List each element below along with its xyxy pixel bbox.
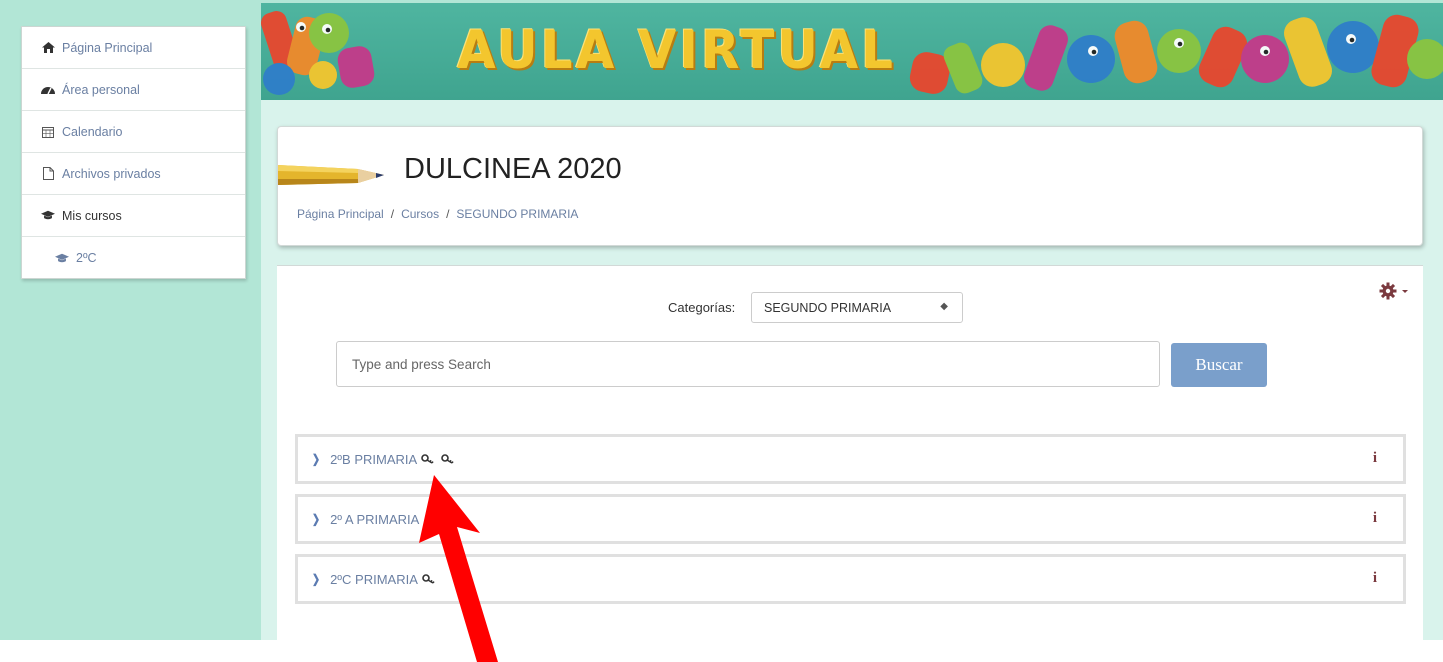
course-name[interactable]: 2ºC PRIMARIA — [330, 572, 418, 587]
breadcrumb-home[interactable]: Página Principal — [297, 207, 384, 221]
sidebar-item-course-2c[interactable]: 2ºC — [22, 237, 245, 279]
key-icon — [422, 574, 435, 584]
chevron-right-icon[interactable]: ❯ — [312, 572, 320, 586]
breadcrumb-courses[interactable]: Cursos — [401, 207, 439, 221]
breadcrumb-separator: / — [446, 207, 450, 221]
select-arrows-icon: ◆ — [940, 301, 948, 312]
graduation-cap-icon — [55, 252, 69, 264]
sidebar-item-my-courses[interactable]: Mis cursos — [22, 195, 245, 237]
sidebar-item-label: 2ºC — [76, 251, 97, 265]
page-title: DULCINEA 2020 — [404, 153, 622, 185]
page-header: DULCINEA 2020 Página Principal / Cursos / SE… — [277, 126, 1423, 246]
sidebar-item-label: Archivos privados — [62, 166, 161, 181]
home-icon — [41, 42, 55, 54]
settings-menu[interactable] — [1379, 282, 1410, 300]
info-icon[interactable]: i — [1373, 570, 1377, 587]
key-icon — [441, 454, 454, 464]
sidebar-item-private-files[interactable]: Archivos privados — [22, 153, 245, 195]
sidebar-item-label: Página Principal — [62, 40, 153, 55]
category-label: Categorías: — [668, 300, 736, 315]
course-row-2b[interactable]: ❯ 2ºB PRIMARIA i — [295, 434, 1406, 484]
course-row-2a[interactable]: ❯ 2º A PRIMARIA i — [295, 494, 1406, 544]
breadcrumb-separator: / — [390, 207, 395, 221]
sidebar-item-dashboard[interactable]: Área personal — [22, 69, 245, 111]
info-icon[interactable]: i — [1373, 510, 1377, 527]
sidebar-nav: Página Principal Área personal Calendari… — [21, 26, 246, 279]
sidebar-item-label: Mis cursos — [62, 208, 122, 223]
sidebar-item-calendar[interactable]: Calendario — [22, 111, 245, 153]
search-input[interactable] — [336, 341, 1160, 387]
gear-icon — [1379, 282, 1397, 300]
sidebar-item-home[interactable]: Página Principal — [22, 27, 245, 69]
key-icon — [421, 454, 434, 464]
caret-down-icon — [1402, 290, 1408, 293]
banner-title: AULA VIRTUAL — [457, 19, 897, 81]
calendar-icon — [41, 126, 55, 138]
course-row-2c[interactable]: ❯ 2ºC PRIMARIA i — [295, 554, 1406, 604]
category-select-value: SEGUNDO PRIMARIA — [764, 300, 892, 315]
course-name[interactable]: 2ºB PRIMARIA — [330, 452, 417, 467]
info-icon[interactable]: i — [1373, 450, 1377, 467]
search-button[interactable]: Buscar — [1171, 343, 1267, 387]
dashboard-icon — [41, 84, 55, 96]
pencil-icon — [278, 165, 384, 185]
breadcrumb-category[interactable]: SEGUNDO PRIMARIA — [456, 207, 578, 221]
category-select[interactable]: SEGUNDO PRIMARIA ◆ — [751, 292, 963, 323]
chevron-right-icon[interactable]: ❯ — [312, 452, 320, 466]
sidebar-item-label: Calendario — [62, 124, 123, 139]
course-name[interactable]: 2º A PRIMARIA — [330, 512, 419, 527]
file-icon — [41, 167, 55, 180]
sidebar-item-label: Área personal — [62, 82, 140, 97]
site-banner[interactable]: AULA VIRTUAL — [261, 3, 1443, 100]
chevron-right-icon[interactable]: ❯ — [312, 512, 320, 526]
breadcrumb: Página Principal / Cursos / SEGUNDO PRIMARIA — [297, 207, 578, 221]
page: AULA VIRTUAL Página Principal Área perso… — [0, 0, 1443, 662]
graduation-cap-icon — [41, 210, 55, 222]
